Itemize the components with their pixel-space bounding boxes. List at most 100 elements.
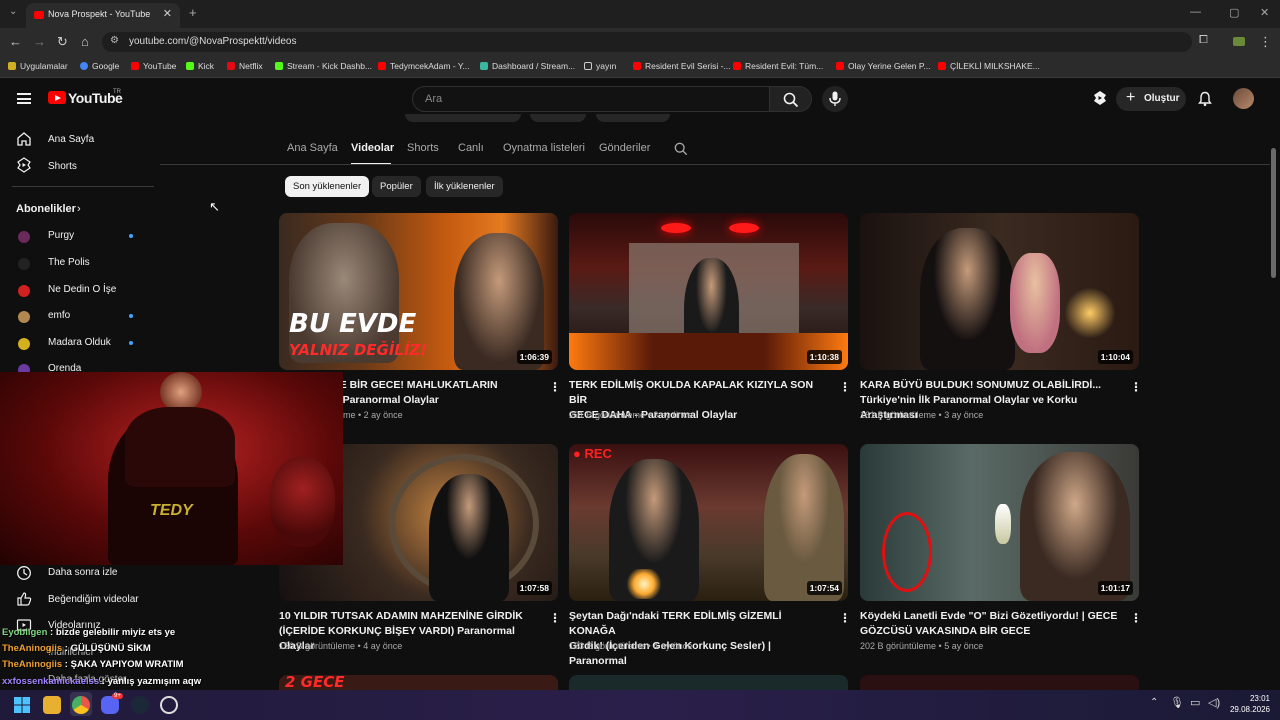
- webcam-overlay: TEDY: [0, 372, 343, 565]
- thumbnail-figure: [764, 454, 844, 601]
- video-title[interactable]: Köydeki Lanetli Evde "O" Bizi Gözetliyor…: [860, 609, 1128, 639]
- browser-tab[interactable]: Nova Prospekt - YouTube ✕: [26, 3, 180, 28]
- tab-playlists[interactable]: Oynatma listeleri: [503, 142, 585, 154]
- chip-latest[interactable]: Son yüklenenler: [285, 176, 370, 197]
- bookmark-item[interactable]: ÇİLEKLİ MILKSHAKE...: [938, 61, 1040, 71]
- video-menu-icon[interactable]: ⋮: [1130, 380, 1142, 394]
- minimize-icon[interactable]: —: [1190, 6, 1201, 18]
- reload-icon[interactable]: ↻: [57, 34, 68, 50]
- video-meta: 161 B görüntüleme • 3 ay önce: [860, 410, 984, 420]
- tab-live[interactable]: Canlı: [458, 142, 484, 154]
- sidebar-subscription-item[interactable]: Madara Olduk: [48, 337, 111, 348]
- streamer-head: [160, 372, 202, 412]
- youtube-logo-icon[interactable]: [48, 91, 66, 105]
- sidebar-subscription-item[interactable]: Ne Dedin O İşe: [48, 284, 116, 295]
- chat-separator: :: [62, 643, 71, 654]
- chip-popular[interactable]: Popüler: [372, 176, 421, 197]
- sidebar-item-liked[interactable]: Beğendiğim videolar: [48, 594, 139, 605]
- video-thumbnail[interactable]: 2 GECE: [279, 675, 558, 690]
- video-meta: 150 B görüntüleme • 4 ay önce: [279, 641, 403, 651]
- video-menu-icon[interactable]: ⋮: [839, 380, 851, 394]
- sidebar-subscription-item[interactable]: Purgy: [48, 230, 74, 241]
- video-thumbnail[interactable]: 1:01:17: [860, 444, 1139, 601]
- video-menu-icon[interactable]: ⋮: [1130, 611, 1142, 625]
- sidebar-subscription-item[interactable]: emfo: [48, 310, 70, 321]
- video-menu-icon[interactable]: ⋮: [549, 611, 561, 625]
- bookmark-item[interactable]: Netflix: [227, 61, 263, 71]
- chat-separator: :: [47, 627, 56, 638]
- maximize-icon[interactable]: ▢: [1229, 6, 1239, 19]
- forward-icon[interactable]: →: [33, 34, 46, 49]
- video-thumbnail[interactable]: [860, 675, 1139, 690]
- sidebar-item-home[interactable]: Ana Sayfa: [48, 134, 94, 145]
- bookmark-item[interactable]: Google: [80, 61, 119, 71]
- tray-chevron-up-icon[interactable]: ⌃: [1150, 697, 1158, 708]
- channel-search-icon[interactable]: [674, 142, 688, 156]
- chat-separator: :: [99, 676, 108, 687]
- network-icon[interactable]: ▭: [1190, 696, 1200, 709]
- menu-icon[interactable]: [17, 93, 31, 104]
- video-thumbnail[interactable]: 1:10:38: [569, 213, 848, 370]
- rec-label: REC: [584, 446, 612, 461]
- chip-oldest[interactable]: İlk yüklenenler: [426, 176, 503, 197]
- tab-posts[interactable]: Gönderiler: [599, 142, 650, 154]
- bookmark-item[interactable]: Resident Evil: Tüm...: [733, 61, 823, 71]
- bookmark-item[interactable]: Olay Yerine Gelen P...: [836, 61, 931, 71]
- video-thumbnail[interactable]: 1:10:04: [860, 213, 1139, 370]
- video-thumbnail[interactable]: BU EVDE YALNIZ DEĞİLİZ! 1:06:39: [279, 213, 558, 370]
- shorts-icon[interactable]: [1092, 90, 1108, 106]
- bookmark-item[interactable]: yayın: [584, 61, 616, 71]
- sidebar-subscription-item[interactable]: The Polis: [48, 257, 90, 268]
- voice-search-button[interactable]: [822, 86, 848, 112]
- search-input[interactable]: Ara: [412, 86, 770, 112]
- bookmark-item[interactable]: Stream - Kick Dashb...: [275, 61, 372, 71]
- home-icon[interactable]: ⌂: [81, 34, 89, 49]
- bookmark-item[interactable]: TedymcekAdam - Y...: [378, 61, 470, 71]
- chat-text: ŞAKA YAPIYOM WRATIM: [70, 659, 184, 670]
- address-bar[interactable]: ⚙ youtube.com/@NovaProspektt/videos: [102, 32, 1192, 52]
- taskbar-clock[interactable]: 23:01 29.08.2026: [1226, 693, 1270, 715]
- sidebar-item-shorts[interactable]: Shorts: [48, 161, 77, 172]
- chevron-right-icon[interactable]: ›: [77, 203, 81, 215]
- apps-icon: [8, 62, 16, 70]
- file-explorer-icon[interactable]: [43, 696, 61, 714]
- app-icon[interactable]: [160, 696, 178, 714]
- extensions-icon[interactable]: ⧠: [1199, 34, 1208, 47]
- browser-menu-icon[interactable]: ⋮: [1259, 34, 1272, 50]
- close-window-icon[interactable]: ✕: [1260, 6, 1269, 19]
- bell-icon[interactable]: [1197, 91, 1213, 107]
- sidebar-item-watch-later[interactable]: Daha sonra izle: [48, 567, 117, 578]
- search-button[interactable]: [770, 86, 812, 112]
- video-thumbnail[interactable]: ● REC 1:07:54: [569, 444, 848, 601]
- bookmark-item[interactable]: YouTube: [131, 61, 176, 71]
- bookmark-item[interactable]: Dashboard / Stream...: [480, 61, 575, 71]
- profile-icon[interactable]: [1233, 37, 1245, 46]
- site-info-icon[interactable]: ⚙: [110, 35, 119, 46]
- tab-title: Nova Prospekt - YouTube: [48, 9, 151, 19]
- tab-shorts[interactable]: Shorts: [407, 142, 439, 154]
- avatar[interactable]: [1233, 88, 1254, 109]
- tab-videos[interactable]: Videolar: [351, 142, 394, 154]
- close-tab-icon[interactable]: ✕: [163, 7, 172, 20]
- volume-icon[interactable]: ◁): [1208, 696, 1220, 709]
- video-duration: 1:10:04: [1097, 350, 1133, 364]
- back-icon[interactable]: ←: [9, 34, 22, 49]
- new-tab-icon[interactable]: +: [189, 5, 197, 20]
- bookmark-item[interactable]: Resident Evil Serisi -...: [633, 61, 731, 71]
- video-thumbnail[interactable]: [569, 675, 848, 690]
- video-menu-icon[interactable]: ⋮: [839, 611, 851, 625]
- mic-icon: [829, 91, 841, 106]
- tray-mic-icon[interactable]: 🎙: [1170, 696, 1184, 709]
- video-meta: 201 B görüntüleme • 3 ay önce: [569, 410, 693, 420]
- tab-home[interactable]: Ana Sayfa: [287, 142, 338, 154]
- tab-search-icon[interactable]: ⌄: [9, 6, 17, 17]
- video-title[interactable]: Şeytan Dağı'ndaki TERK EDİLMİŞ GİZEMLİ K…: [569, 609, 831, 669]
- create-button[interactable]: + Oluştur: [1116, 87, 1186, 111]
- bookmark-item[interactable]: Uygulamalar: [8, 61, 68, 71]
- bookmark-item[interactable]: Kick: [186, 61, 214, 71]
- video-menu-icon[interactable]: ⋮: [549, 380, 561, 394]
- steam-icon[interactable]: [131, 696, 149, 714]
- page-scrollbar[interactable]: [1271, 148, 1276, 278]
- windows-start-icon[interactable]: [13, 696, 31, 714]
- subscriptions-heading[interactable]: Abonelikler: [16, 203, 76, 215]
